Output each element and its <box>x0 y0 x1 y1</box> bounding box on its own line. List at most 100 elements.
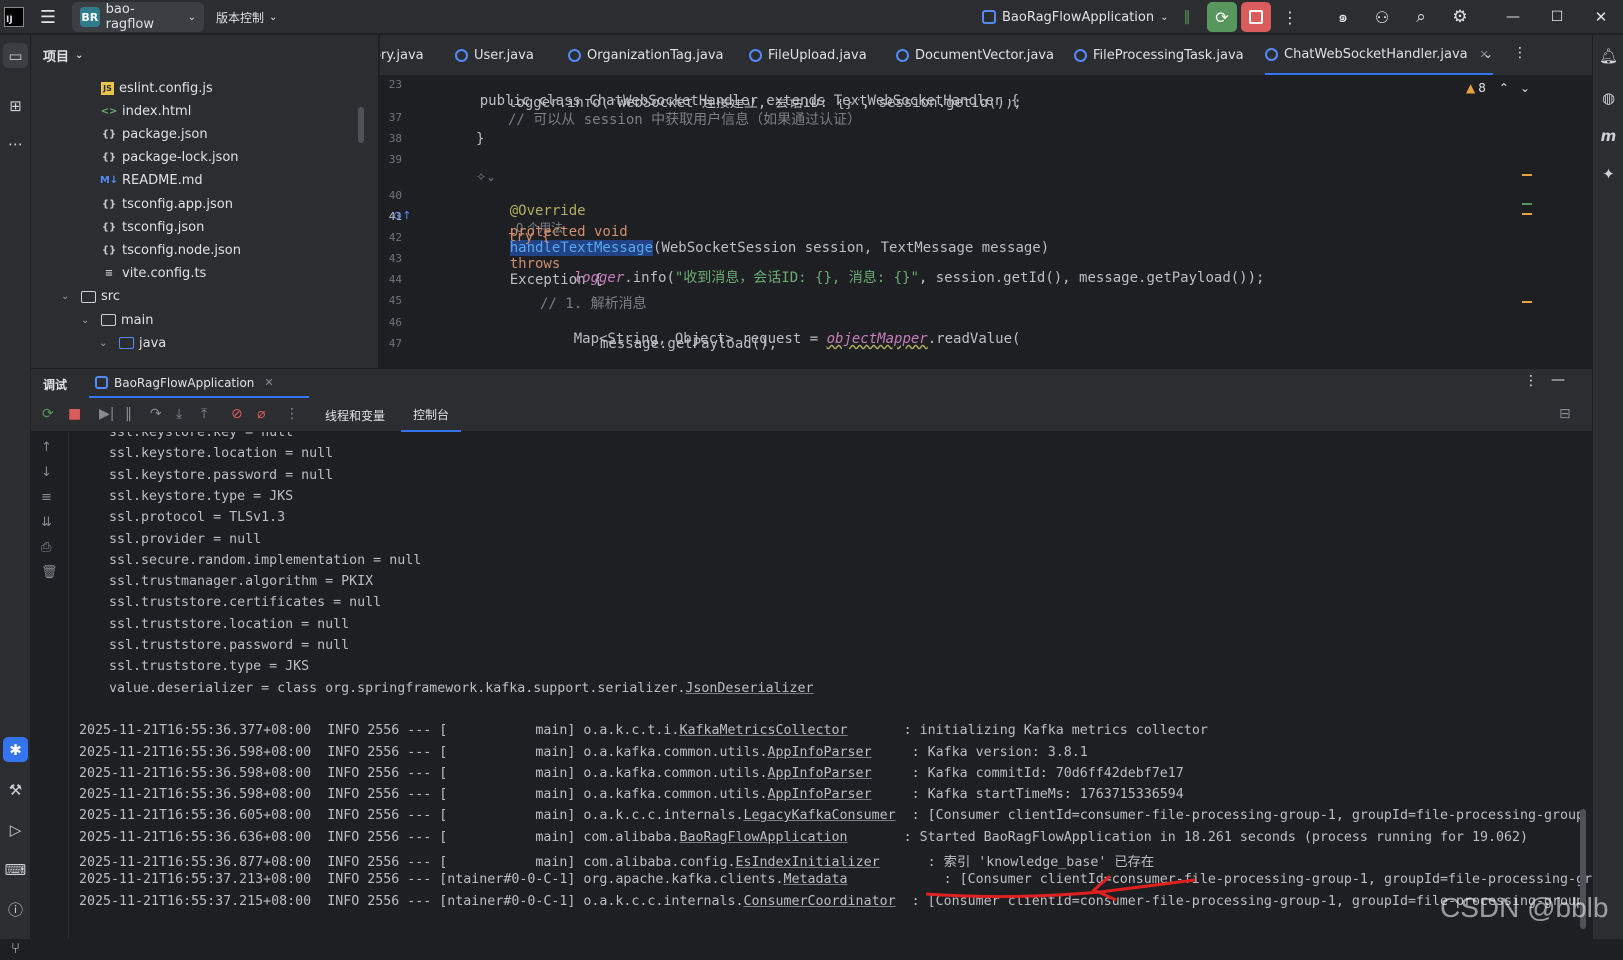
editor-tab[interactable]: ChatWebSocketHandler.java ✕ <box>1265 35 1493 75</box>
chevron-down-icon[interactable]: ⌄ <box>61 291 69 302</box>
chevron-up-icon[interactable]: ⌃ <box>1499 81 1509 95</box>
ai-chat-icon[interactable]: ◍ <box>1596 85 1621 110</box>
log-logger-class[interactable]: AppInfoParser <box>768 787 872 802</box>
tree-scrollbar[interactable] <box>358 107 364 143</box>
view-breakpoints-icon[interactable]: ⊘ <box>231 406 243 422</box>
app-logo-icon[interactable]: IJ <box>4 7 24 27</box>
tab-console[interactable]: 控制台 <box>401 398 462 432</box>
editor-tab[interactable]: tory.java <box>380 35 424 75</box>
chevron-down-icon[interactable]: ⌄ <box>99 338 107 349</box>
debug-session-tab[interactable]: BaoRagFlowApplication ✕ <box>89 369 309 398</box>
tree-item[interactable]: {} tsconfig.json <box>101 215 205 239</box>
vcs-menu[interactable]: 版本控制 ⌄ <box>216 2 277 32</box>
log-logger-class[interactable]: KafkaMetricsCollector <box>679 723 847 738</box>
stop-button[interactable] <box>1241 2 1271 32</box>
tab-label: 控制台 <box>413 407 450 422</box>
chevron-down-icon[interactable]: ⌄ <box>1520 81 1530 95</box>
debug-bug-icon[interactable]: ✱ <box>3 737 28 762</box>
log-logger-class[interactable]: AppInfoParser <box>768 766 872 781</box>
maximize-icon[interactable]: ☐ <box>1544 4 1570 30</box>
log-logger-package: org.apache.kafka.clients. <box>583 872 784 888</box>
search-icon[interactable]: ⌕ <box>1408 4 1434 30</box>
rerun-icon[interactable]: ⟳ <box>42 406 54 422</box>
project-panel-header[interactable]: 项目 ⌄ <box>31 35 379 76</box>
settings-gear-icon[interactable]: ⚙ <box>1447 4 1473 30</box>
editor-tab[interactable]: OrganizationTag.java <box>568 35 724 75</box>
step-out-icon[interactable]: ⤒ <box>201 406 207 422</box>
tab-more-icon[interactable]: ⋮ <box>1513 45 1527 61</box>
class-link[interactable]: JsonDeserializer <box>685 681 813 696</box>
structure-icon[interactable]: ⊞ <box>3 93 28 118</box>
plugin-icon[interactable]: ✦ <box>1596 161 1621 186</box>
log-logger-class[interactable]: BaoRagFlowApplication <box>679 830 847 845</box>
scroll-up-icon[interactable]: ↑ <box>41 440 52 455</box>
file-icon: JS <box>101 81 114 95</box>
chevron-down-icon[interactable]: ⌄ <box>81 315 89 326</box>
tree-item[interactable]: {} tsconfig.app.json <box>101 192 233 216</box>
editor-tab[interactable]: User.java <box>455 35 534 75</box>
tree-item[interactable]: ⌄ src <box>61 285 120 309</box>
close-tab-icon[interactable]: ✕ <box>264 376 273 389</box>
override-gutter-icon[interactable]: ⊙↑ <box>393 209 411 222</box>
tree-item[interactable]: ≡ vite.config.ts <box>101 262 207 286</box>
resume-icon[interactable]: ▶| <box>99 406 114 422</box>
code-text: .readValue( <box>927 331 1021 347</box>
terminal-icon[interactable]: ⌨ <box>3 857 28 882</box>
pause-icon[interactable]: ‖ <box>1175 5 1199 29</box>
tree-item[interactable]: M↓ README.md <box>100 169 203 193</box>
tree-item[interactable]: ⌄ main <box>81 308 153 332</box>
rerun-debug-button[interactable]: ⟳ <box>1207 2 1237 32</box>
print-icon[interactable]: ⎙ <box>41 540 51 555</box>
stop-icon[interactable]: ■ <box>68 406 81 422</box>
tree-item[interactable]: {} package-lock.json <box>101 146 239 170</box>
log-level: INFO 2556 --- [ <box>327 787 448 803</box>
notifications-bell-icon[interactable]: 🔔︎ <box>1596 43 1621 68</box>
editor-tab[interactable]: DocumentVector.java <box>896 35 1054 75</box>
maven-icon[interactable]: m <box>1596 123 1621 148</box>
log-logger-class[interactable]: AppInfoParser <box>768 745 872 760</box>
tree-item[interactable]: <> index.html <box>101 99 192 123</box>
main-menu-icon[interactable]: ☰ <box>36 4 60 30</box>
layout-settings-icon[interactable]: ⊟ <box>1559 406 1571 422</box>
code-string: "收到消息，会话ID: {}, 消息: {}" <box>674 270 919 286</box>
debug-more-icon[interactable]: ⋮ <box>1524 373 1538 389</box>
log-logger-class[interactable]: EsIndexInitializer <box>735 855 879 870</box>
mute-breakpoints-icon[interactable]: ⌀ <box>257 406 265 422</box>
log-logger-class[interactable]: LegacyKafkaConsumer <box>743 808 895 823</box>
ai-assistant-icon[interactable]: ๑ <box>1330 4 1356 30</box>
more-actions-icon[interactable]: ⋮ <box>1280 4 1300 30</box>
project-switcher[interactable]: BR bao-ragflow ⌄ <box>72 2 204 32</box>
run-config-selector[interactable]: BaoRagFlowApplication ⌄ <box>982 2 1169 32</box>
log-logger-class[interactable]: Metadata <box>784 872 848 887</box>
project-folder-icon[interactable]: ▭ <box>3 43 28 68</box>
build-hammer-icon[interactable]: ⚒ <box>3 777 28 802</box>
tree-item[interactable]: ⌄ java <box>99 331 166 355</box>
step-into-icon[interactable]: ⤓ <box>176 406 182 422</box>
step-over-icon[interactable]: ↷ <box>150 406 162 422</box>
toolbar-more-icon[interactable]: ⋮ <box>285 406 299 422</box>
tree-item[interactable]: JS eslint.config.js <box>101 76 213 100</box>
tree-item[interactable]: {} tsconfig.node.json <box>101 238 241 262</box>
problems-icon[interactable]: ⓘ <box>3 897 28 922</box>
tab-overflow-chevron-icon[interactable]: ⌄ <box>1483 47 1493 61</box>
log-logger-class[interactable]: ConsumerCoordinator <box>743 894 895 909</box>
code-vision-icon[interactable]: ✧⌄ <box>476 170 496 184</box>
scroll-down-icon[interactable]: ↓ <box>41 465 52 480</box>
more-tools-icon[interactable]: ⋯ <box>3 131 28 156</box>
soft-wrap-icon[interactable]: ≡ <box>41 490 52 505</box>
tree-item[interactable]: {} package.json <box>101 122 208 146</box>
close-window-icon[interactable]: ✕ <box>1588 4 1614 30</box>
editor-tab[interactable]: FileUpload.java <box>749 35 867 75</box>
services-icon[interactable]: ▷ <box>3 817 28 842</box>
code-text: .info( <box>624 270 675 286</box>
hide-panel-icon[interactable]: — <box>1551 372 1565 388</box>
line-number: 37 <box>388 111 402 124</box>
clear-trash-icon[interactable]: 🗑︎ <box>41 565 58 580</box>
minimize-icon[interactable]: — <box>1500 4 1526 30</box>
tab-threads-variables[interactable]: 线程和变量 <box>317 398 393 432</box>
editor-tab[interactable]: FileProcessingTask.java <box>1074 35 1244 75</box>
add-user-icon[interactable]: ⚇ <box>1369 4 1395 30</box>
scroll-to-end-icon[interactable]: ⇊ <box>41 515 52 530</box>
pause-icon[interactable]: ‖ <box>125 406 132 422</box>
warnings-indicator[interactable]: ▲ 8 ⌃ ⌄ <box>1466 81 1530 95</box>
